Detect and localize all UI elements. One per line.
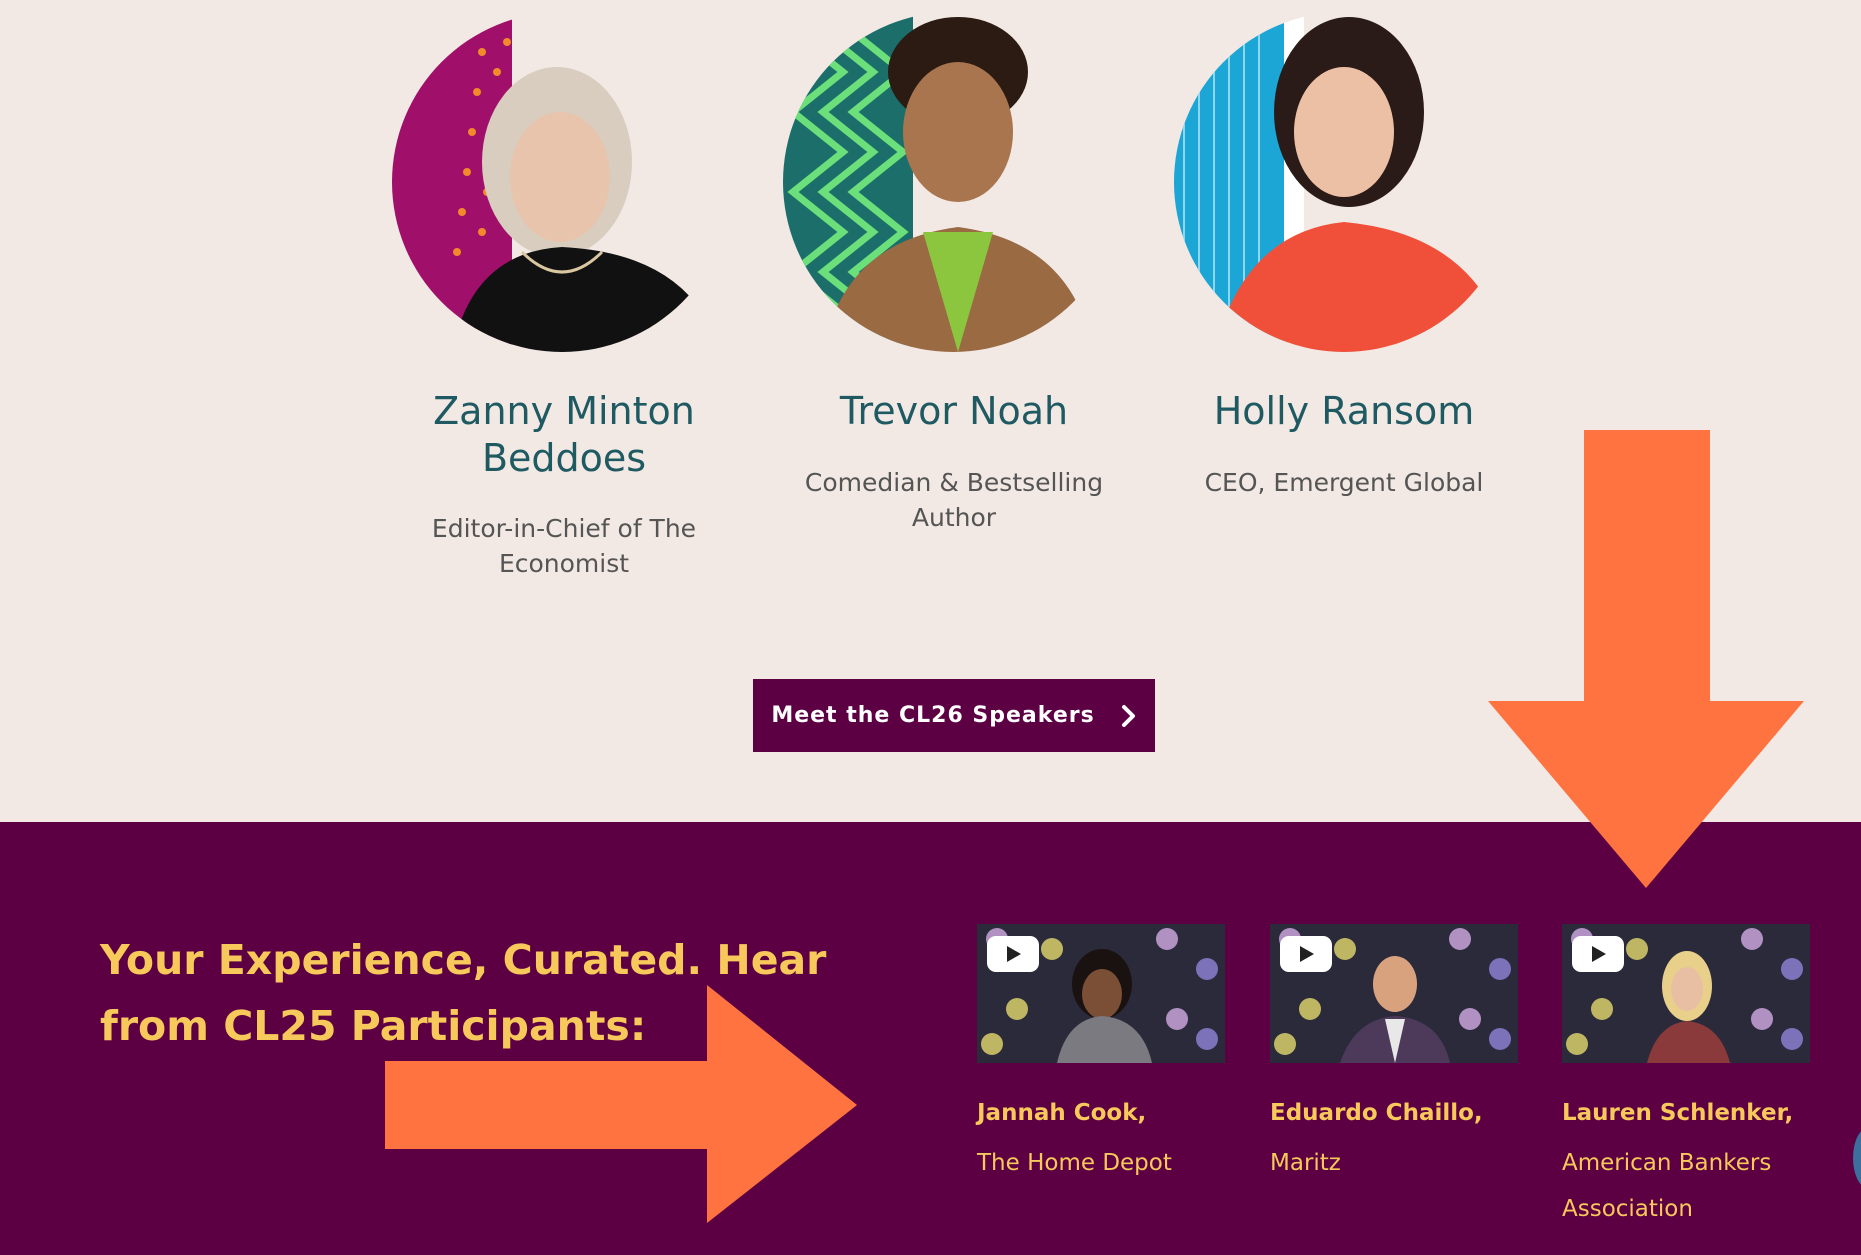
chevron-right-icon [1121,704,1135,727]
speaker-name: Holly Ransom [1213,389,1475,433]
meet-speakers-button[interactable]: Meet the CL26 Speakers [753,679,1155,752]
participant-name: Eduardo Chaillo, [1270,1100,1483,1126]
speaker-name: Trevor Noah [839,389,1069,433]
speaker-name: Zanny Minton Beddoes [433,389,695,480]
video-thumbnail-eduardo[interactable] [1270,924,1518,1063]
arrow-down-annotation [1488,430,1804,888]
participant-org: American Bankers Association [1562,1150,1772,1222]
play-icon [1572,936,1624,972]
participant-name: Jannah Cook, [977,1100,1147,1126]
speaker-photo-trevor [783,12,1123,352]
video-thumbnail-lauren[interactable] [1562,924,1810,1063]
meet-speakers-label: Meet the CL26 Speakers [771,703,1095,728]
speaker-photo-holly [1174,12,1514,352]
play-icon [987,936,1039,972]
speaker-role: CEO, Emergent Global [1204,468,1484,497]
participant-name: Lauren Schlenker, [1562,1100,1794,1126]
video-thumbnail-jannah[interactable] [977,924,1225,1063]
arrow-right-annotation [385,985,857,1223]
speaker-photo-zanny [392,12,732,352]
play-icon [1280,936,1332,972]
participant-org: The Home Depot [977,1150,1172,1176]
participant-org: Maritz [1270,1150,1341,1176]
speaker-role: Comedian & Bestselling Author [804,468,1104,532]
speaker-role: Editor-in-Chief of The Economist [431,514,697,578]
